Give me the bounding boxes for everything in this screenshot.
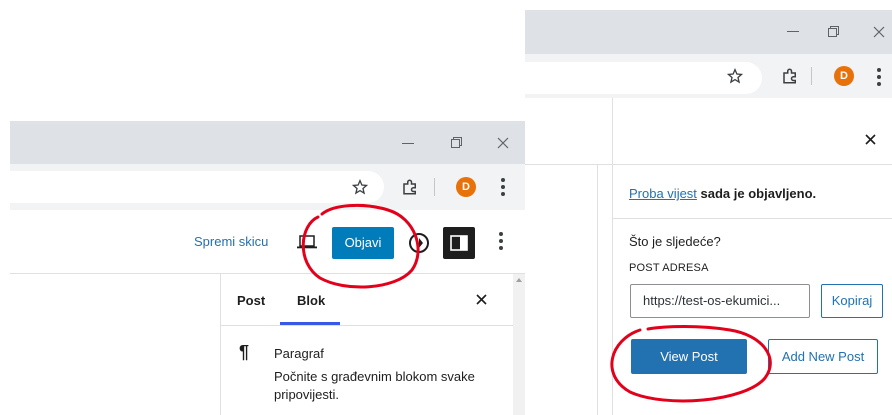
block-title: Paragraf — [274, 346, 324, 361]
whats-next-heading: Što je sljedeće? — [629, 234, 721, 249]
post-address-field[interactable]: https://test-os-ekumici... — [630, 284, 810, 318]
block-description-line2: pripovijesti. — [274, 387, 340, 402]
divider — [525, 164, 613, 165]
star-icon[interactable] — [352, 179, 368, 195]
tab-post[interactable]: Post — [237, 293, 265, 308]
post-address-label: POST ADRESA — [629, 262, 709, 274]
divider — [597, 164, 598, 415]
add-new-post-button[interactable]: Add New Post — [768, 339, 878, 374]
minimize-icon[interactable] — [402, 143, 414, 145]
scroll-up-icon[interactable] — [516, 278, 522, 282]
divider — [613, 218, 892, 219]
toolbar: D — [10, 164, 525, 210]
toolbar-divider — [811, 67, 812, 85]
left-browser-window: D Spremi skicu Objavi Post Blok ¶ Paragr… — [10, 121, 525, 415]
close-icon[interactable] — [865, 134, 876, 145]
paragraph-icon: ¶ — [239, 342, 250, 362]
post-link[interactable]: Proba vijest — [629, 186, 697, 201]
toolbar-divider — [434, 178, 435, 196]
copy-button[interactable]: Kopiraj — [821, 284, 883, 318]
sidebar-toggle-icon — [450, 235, 468, 251]
extensions-icon[interactable] — [781, 67, 799, 85]
published-notice: Proba vijest sada je objavljeno. — [629, 186, 816, 201]
publish-button[interactable]: Objavi — [332, 227, 394, 259]
divider — [221, 325, 514, 326]
toolbar: D — [525, 54, 892, 98]
omnibox[interactable] — [10, 171, 384, 203]
close-icon[interactable] — [497, 137, 509, 149]
kebab-menu-icon[interactable] — [501, 178, 505, 199]
preview-device-icon[interactable] — [297, 235, 317, 249]
editor-canvas — [525, 98, 613, 415]
restore-icon[interactable] — [828, 26, 839, 37]
view-post-button[interactable]: View Post — [631, 339, 747, 374]
scrollbar[interactable] — [513, 274, 525, 415]
editor-header: Spremi skicu Objavi — [10, 210, 525, 274]
published-suffix: sada je objavljeno. — [696, 186, 817, 201]
options-kebab-icon[interactable] — [499, 232, 503, 253]
post-publish-panel: Proba vijest sada je objavljeno. Što je … — [613, 98, 892, 415]
avatar[interactable]: D — [834, 66, 854, 86]
kebab-menu-icon[interactable] — [877, 68, 881, 89]
close-icon[interactable] — [873, 26, 885, 38]
save-draft-button[interactable]: Spremi skicu — [194, 234, 268, 249]
divider — [613, 164, 892, 165]
jetpack-icon[interactable] — [408, 232, 430, 254]
close-icon[interactable] — [476, 294, 487, 305]
right-browser-window: D Proba vijest sada je objavljeno. Što j… — [525, 10, 892, 415]
block-description-line1: Počnite s građevnim blokom svake — [274, 369, 475, 384]
avatar[interactable]: D — [456, 177, 476, 197]
star-icon[interactable] — [727, 68, 743, 84]
title-bar — [525, 10, 892, 54]
extensions-icon[interactable] — [401, 178, 419, 196]
minimize-icon[interactable] — [787, 31, 799, 33]
settings-sidebar: Post Blok ¶ Paragraf Počnite s građevnim… — [220, 274, 514, 415]
tab-blok[interactable]: Blok — [297, 293, 325, 308]
title-bar — [10, 121, 525, 164]
restore-icon[interactable] — [451, 137, 462, 148]
settings-toggle-button[interactable] — [443, 227, 475, 259]
